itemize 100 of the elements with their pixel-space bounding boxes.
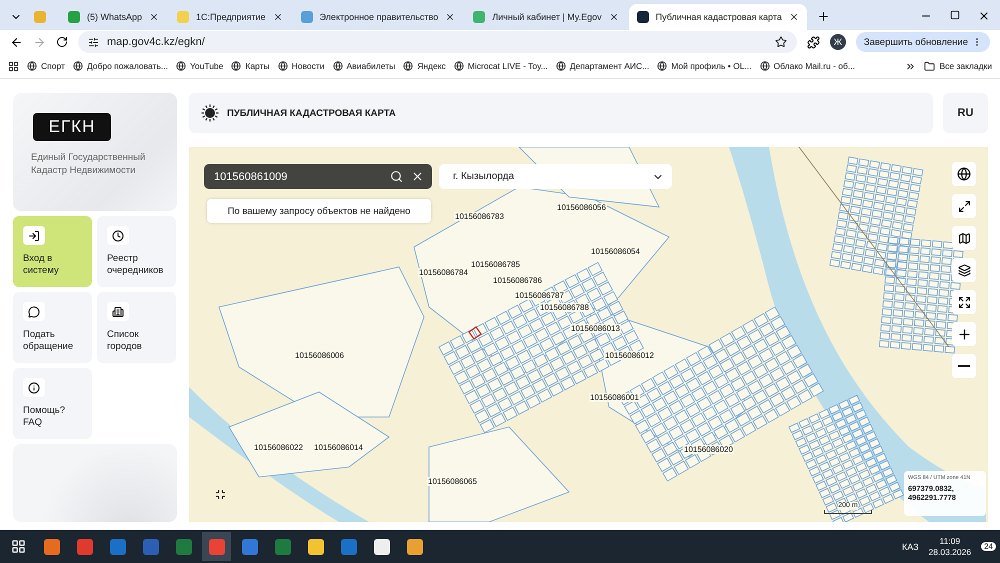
globe-icon — [176, 61, 186, 71]
logo-subtitle: Единый Государственный Кадастр Недвижимости — [31, 151, 146, 177]
map-icon — [958, 232, 970, 244]
zoom-out-button[interactable] — [952, 354, 976, 378]
update-button[interactable]: Завершить обновление — [856, 32, 990, 52]
parcel-label: 10156086056 — [556, 203, 607, 212]
globe-icon — [454, 61, 464, 71]
tile-icon — [28, 382, 40, 394]
fullscreen-icon — [958, 296, 970, 308]
page-title: ПУБЛИЧНАЯ КАДАСТРОВАЯ КАРТА — [227, 108, 396, 118]
browser-tab[interactable]: Публичная кадастровая карта — [628, 4, 807, 30]
app-icon — [208, 538, 224, 554]
browser-tab[interactable]: Электронное правительство — [292, 4, 464, 30]
parcel-label: 10156086783 — [454, 212, 505, 221]
notification-badge[interactable]: 24 — [981, 542, 996, 551]
globe-button[interactable] — [952, 162, 976, 186]
profile-avatar[interactable]: Ж — [830, 34, 846, 50]
globe-icon — [332, 61, 343, 71]
bookmark-link[interactable]: Департамент АИС... — [556, 61, 650, 71]
resize-button[interactable] — [952, 194, 976, 218]
search-icon[interactable] — [390, 170, 403, 183]
restore-icon[interactable] — [950, 10, 960, 20]
apps-icon[interactable] — [8, 60, 19, 72]
parcel-label: 10156086006 — [294, 351, 345, 360]
bookmark-link[interactable]: Новости — [278, 61, 325, 71]
parcel-label: 10156086020 — [683, 445, 734, 454]
menu-tile[interactable]: Помощь? FAQ — [13, 368, 92, 439]
search-input[interactable]: 101560861009 — [212, 170, 382, 184]
parcel-label: 10156086784 — [418, 268, 469, 277]
parcel-label: 10156086786 — [492, 276, 543, 285]
address-field[interactable]: map.gov4c.kz/egkn/ — [78, 31, 797, 53]
layers-button[interactable] — [952, 258, 976, 282]
menu-tile[interactable]: Подать обращение — [13, 292, 92, 363]
bookmark-link[interactable]: Добро пожаловать... — [72, 61, 168, 71]
tile-icon — [112, 230, 124, 242]
parcel-label: 10156086001 — [589, 393, 640, 402]
app-icon — [176, 538, 192, 554]
tab-favicon-icon — [636, 11, 649, 23]
parcel-label: 10156086014 — [313, 443, 364, 452]
fullscreen-button[interactable] — [952, 290, 976, 314]
new-tab-icon[interactable] — [816, 10, 830, 23]
close-icon[interactable] — [149, 12, 160, 22]
site-settings-icon[interactable] — [88, 36, 99, 48]
all-bookmarks-link[interactable]: Все закладки — [924, 60, 992, 72]
layers-icon — [958, 264, 970, 276]
browser-tab[interactable]: (5) WhatsApp — [60, 4, 168, 30]
back-icon[interactable] — [10, 36, 23, 48]
menu-tile[interactable]: Список городов — [97, 292, 176, 363]
reload-icon[interactable] — [56, 36, 68, 48]
app-icon — [142, 538, 158, 554]
zoom-in-button[interactable] — [952, 322, 976, 346]
collapse-icon[interactable] — [215, 489, 226, 500]
scale-bar — [824, 510, 872, 514]
bookmark-link[interactable]: Карты — [231, 61, 270, 71]
app-icon — [406, 538, 422, 554]
browser-tab[interactable]: 1С:Предприятие — [169, 4, 291, 30]
browser-tab[interactable]: Личный кабинет | My.Egov — [465, 4, 627, 30]
logo: ЕГКН — [33, 113, 111, 141]
globe-icon — [957, 167, 971, 181]
plus-icon — [956, 326, 972, 342]
city-dropdown[interactable]: г. Кызылорда — [439, 164, 672, 189]
globe-icon — [231, 61, 242, 71]
more-bookmarks-icon[interactable] — [905, 60, 916, 72]
tile-icon — [28, 230, 40, 242]
sun-logo-icon — [201, 104, 219, 122]
bookmark-link[interactable]: Авиабилеты — [332, 61, 396, 71]
map-button[interactable] — [952, 226, 976, 250]
close-icon[interactable] — [788, 12, 799, 22]
bookmark-link[interactable]: YouTube — [176, 61, 224, 71]
clock[interactable]: 11:09 28.03.2026 — [928, 536, 972, 558]
close-icon[interactable] — [978, 10, 990, 22]
parcel-label: 10156086785 — [470, 260, 521, 269]
diagonal-arrows-icon — [958, 200, 970, 212]
close-icon[interactable] — [608, 12, 619, 22]
bookmark-link[interactable]: Мой профиль • OL... — [657, 61, 752, 71]
search-field[interactable]: 101560861009 — [204, 164, 432, 189]
minus-icon — [958, 365, 970, 367]
bookmark-link[interactable]: Microcat LIVE - Toy... — [454, 61, 548, 71]
bookmark-link[interactable]: Спорт — [27, 61, 65, 71]
extensions-icon[interactable] — [806, 36, 820, 48]
clear-icon[interactable] — [411, 170, 424, 183]
bookmark-link[interactable]: Яндекс — [403, 61, 446, 71]
globe-icon — [403, 61, 414, 71]
globe-icon — [657, 61, 668, 71]
menu-tile[interactable]: Реестр очередников — [97, 216, 176, 287]
app-icon — [274, 538, 290, 554]
folder-icon — [924, 60, 936, 72]
parcel-label: 10156086054 — [590, 247, 641, 256]
bookmark-star-icon[interactable] — [774, 36, 787, 48]
globe-icon — [72, 61, 83, 71]
input-language[interactable]: КАЗ — [902, 542, 919, 552]
app-icon — [340, 538, 356, 554]
language-button[interactable]: RU — [943, 93, 988, 133]
bookmark-link[interactable]: Облако Mail.ru - об... — [760, 61, 855, 71]
close-icon[interactable] — [272, 12, 283, 22]
menu-tile[interactable]: Вход в систему — [13, 216, 92, 287]
app-icon — [76, 538, 92, 554]
close-icon[interactable] — [445, 12, 456, 22]
tile-icon — [112, 306, 124, 318]
tab-favicon-icon — [177, 11, 190, 23]
